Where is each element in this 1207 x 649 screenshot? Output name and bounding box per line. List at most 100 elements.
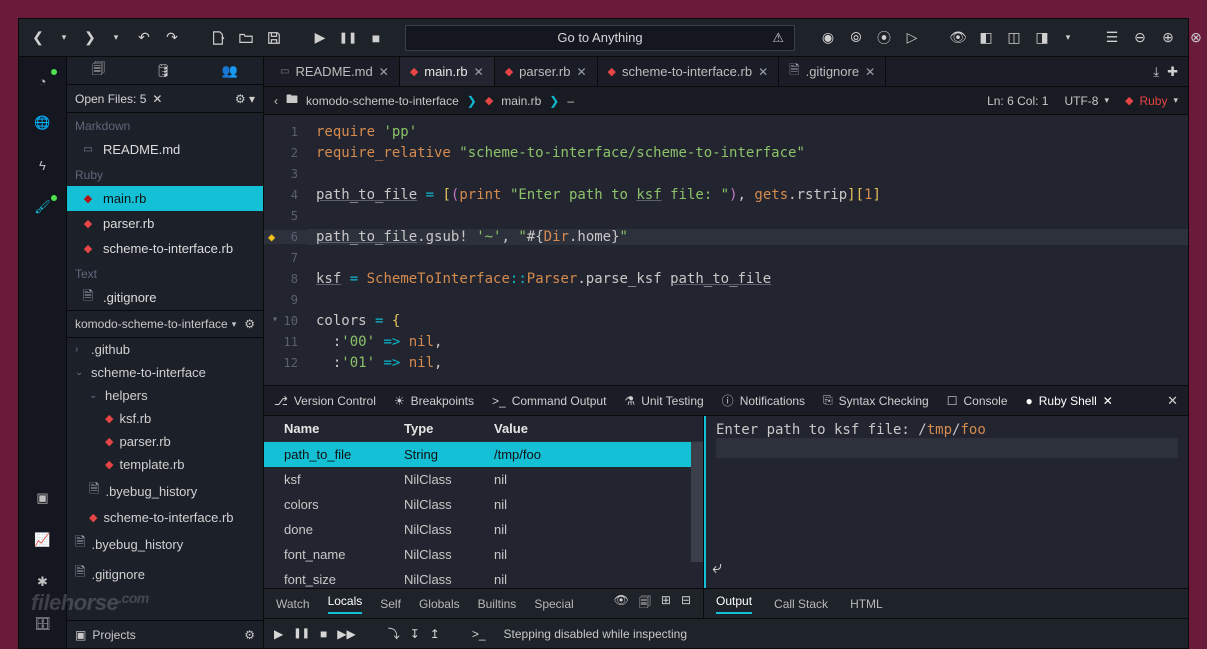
activity-paint-icon[interactable]: 🖌 <box>27 193 59 221</box>
remove-icon[interactable]: ⊟ <box>681 593 691 614</box>
open-file-button[interactable] <box>233 25 259 51</box>
panel-tab-syntax-checking[interactable]: ⎘Syntax Checking <box>823 393 929 408</box>
close-icon[interactable]: ✕ <box>474 65 484 79</box>
tree-item[interactable]: ⌄scheme-to-interface <box>67 361 263 384</box>
tree-item[interactable]: 🗎.byebug_history <box>67 529 263 559</box>
editor-tab[interactable]: ▭README.md ✕ <box>270 57 400 86</box>
debug-play-button[interactable]: ▶ <box>274 627 283 641</box>
add-tab-button[interactable]: ✚ <box>1167 64 1178 80</box>
code-line[interactable]: ◆6path_to_file.gsub! '~', "#{Dir.home}" <box>264 226 1188 247</box>
activity-star-icon[interactable]: ✱ <box>27 568 59 596</box>
eye-icon[interactable]: 👁 <box>614 593 629 614</box>
close-icon[interactable]: ✕ <box>152 92 162 106</box>
code-line[interactable]: ▾10colors = { <box>264 310 1188 331</box>
stop-button[interactable]: ■ <box>363 25 389 51</box>
close-icon[interactable]: ✕ <box>865 65 875 79</box>
prompt-icon[interactable]: >_ <box>472 627 486 641</box>
shell-tab-html[interactable]: HTML <box>850 597 883 611</box>
locals-tab-builtins[interactable]: Builtins <box>478 597 517 611</box>
locals-row[interactable]: doneNilClassnil <box>264 517 703 542</box>
close-icon[interactable]: ✕ <box>576 65 586 79</box>
panel-tab-unit-testing[interactable]: ⚗Unit Testing <box>624 394 703 408</box>
tree-item[interactable]: ◆parser.rb <box>67 430 263 453</box>
play-macro-button[interactable]: ▷ <box>899 25 925 51</box>
step-out-button[interactable]: ↥ <box>430 627 440 641</box>
tree-item[interactable]: ◆ksf.rb <box>67 407 263 430</box>
locals-row[interactable]: font_sizeNilClassnil <box>264 567 703 588</box>
sidebar-copy-icon[interactable]: 🗐 <box>92 60 105 82</box>
tab-overflow-icon[interactable]: ⤓ <box>1153 64 1159 80</box>
open-file-item[interactable]: ◆main.rb <box>67 186 263 211</box>
cursor-position[interactable]: Ln: 6 Col: 1 <box>987 94 1048 108</box>
scrollbar[interactable] <box>691 442 703 562</box>
editor-tab[interactable]: ◆parser.rb ✕ <box>495 57 598 86</box>
code-line[interactable]: 2require_relative "scheme-to-interface/s… <box>264 142 1188 163</box>
panel-tab-console[interactable]: ☐Console <box>947 394 1008 408</box>
nav-back-button[interactable]: ❮ <box>25 25 51 51</box>
chevron-left-icon[interactable]: ‹ <box>274 94 278 108</box>
activity-terminal-icon[interactable]: ▣ <box>27 484 59 512</box>
sidebar-users-icon[interactable]: 👥 <box>222 63 238 79</box>
layout-left-button[interactable]: ◧ <box>973 25 999 51</box>
copy-icon[interactable]: 🗐 <box>639 593 651 614</box>
pause-macro-button[interactable]: ⦾ <box>843 25 869 51</box>
activity-db-icon[interactable]: 🗄 <box>27 610 59 638</box>
breadcrumb-symbol[interactable]: – <box>567 94 574 108</box>
close-icon[interactable]: ✕ <box>758 65 768 79</box>
breadcrumb-file[interactable]: main.rb <box>501 94 541 108</box>
open-file-item[interactable]: 🗎.gitignore <box>67 285 263 310</box>
locals-col-type[interactable]: Type <box>404 421 494 436</box>
code-editor[interactable]: 1require 'pp'2require_relative "scheme-t… <box>264 115 1188 385</box>
tree-item[interactable]: ›.github <box>67 338 263 361</box>
activity-chart-icon[interactable]: 📈 <box>27 526 59 554</box>
gear-icon[interactable]: ⚙ ▾ <box>235 92 255 106</box>
run-button[interactable]: ▶ <box>307 25 333 51</box>
new-file-button[interactable] <box>205 25 231 51</box>
code-line[interactable]: 5 <box>264 205 1188 226</box>
panel-tab-breakpoints[interactable]: ☀Breakpoints <box>394 394 474 408</box>
nav-forward-button[interactable]: ❯ <box>77 25 103 51</box>
nav-back-menu[interactable]: ▾ <box>53 25 75 51</box>
locals-tab-special[interactable]: Special <box>534 597 573 611</box>
locals-row[interactable]: path_to_fileString/tmp/foo <box>264 442 703 467</box>
code-line[interactable]: 1require 'pp' <box>264 121 1188 142</box>
code-line[interactable]: 7 <box>264 247 1188 268</box>
debug-pause-button[interactable]: ❚❚ <box>293 628 310 639</box>
projects-footer[interactable]: ▣ Projects ⚙ <box>67 620 263 648</box>
gear-icon[interactable]: ⚙ <box>244 317 255 331</box>
pause-button[interactable]: ❚❚ <box>335 25 361 51</box>
locals-col-name[interactable]: Name <box>274 421 404 436</box>
layout-split-button[interactable]: ◫ <box>1001 25 1027 51</box>
goto-anything-input[interactable]: Go to Anything ⚠ <box>405 25 795 51</box>
maximize-button[interactable]: ⊕ <box>1155 25 1181 51</box>
locals-tab-globals[interactable]: Globals <box>419 597 460 611</box>
breakpoint-icon[interactable]: ◆ <box>268 230 275 244</box>
close-panel-button[interactable]: ✕ <box>1167 393 1178 409</box>
code-line[interactable]: 3 <box>264 163 1188 184</box>
tree-item[interactable]: ◆scheme-to-interface.rb <box>67 506 263 529</box>
debug-fastforward-button[interactable]: ▶▶ <box>337 627 355 641</box>
shell-terminal[interactable]: Enter path to ksf file: /tmp/foo ⤶ <box>704 416 1188 588</box>
undo-button[interactable]: ↶ <box>131 25 157 51</box>
layout-menu[interactable]: ▾ <box>1057 25 1079 51</box>
menu-button[interactable]: ☰ <box>1099 25 1125 51</box>
debug-stop-button[interactable]: ■ <box>320 627 327 641</box>
open-file-item[interactable]: ◆parser.rb <box>67 211 263 236</box>
save-button[interactable] <box>261 25 287 51</box>
code-line[interactable]: 8ksf = SchemeToInterface::Parser.parse_k… <box>264 268 1188 289</box>
gear-icon[interactable]: ⚙ <box>244 628 255 642</box>
locals-tab-self[interactable]: Self <box>380 597 401 611</box>
shell-tab-call-stack[interactable]: Call Stack <box>774 597 828 611</box>
close-icon[interactable]: ✕ <box>1103 394 1113 408</box>
tree-item[interactable]: ◆template.rb <box>67 453 263 476</box>
record-macro-button[interactable]: ◉ <box>815 25 841 51</box>
panel-tab-version-control[interactable]: ⎇Version Control <box>274 394 376 408</box>
editor-tab[interactable]: 🗎.gitignore ✕ <box>779 57 886 86</box>
tree-item[interactable]: 🗎.byebug_history <box>67 476 263 506</box>
tree-item[interactable]: ⌄helpers <box>67 384 263 407</box>
locals-col-value[interactable]: Value <box>494 421 693 436</box>
code-line[interactable]: 4path_to_file = [(print "Enter path to k… <box>264 184 1188 205</box>
locals-row[interactable]: colorsNilClassnil <box>264 492 703 517</box>
fold-icon[interactable]: ▾ <box>272 314 278 325</box>
locals-tab-watch[interactable]: Watch <box>276 597 310 611</box>
